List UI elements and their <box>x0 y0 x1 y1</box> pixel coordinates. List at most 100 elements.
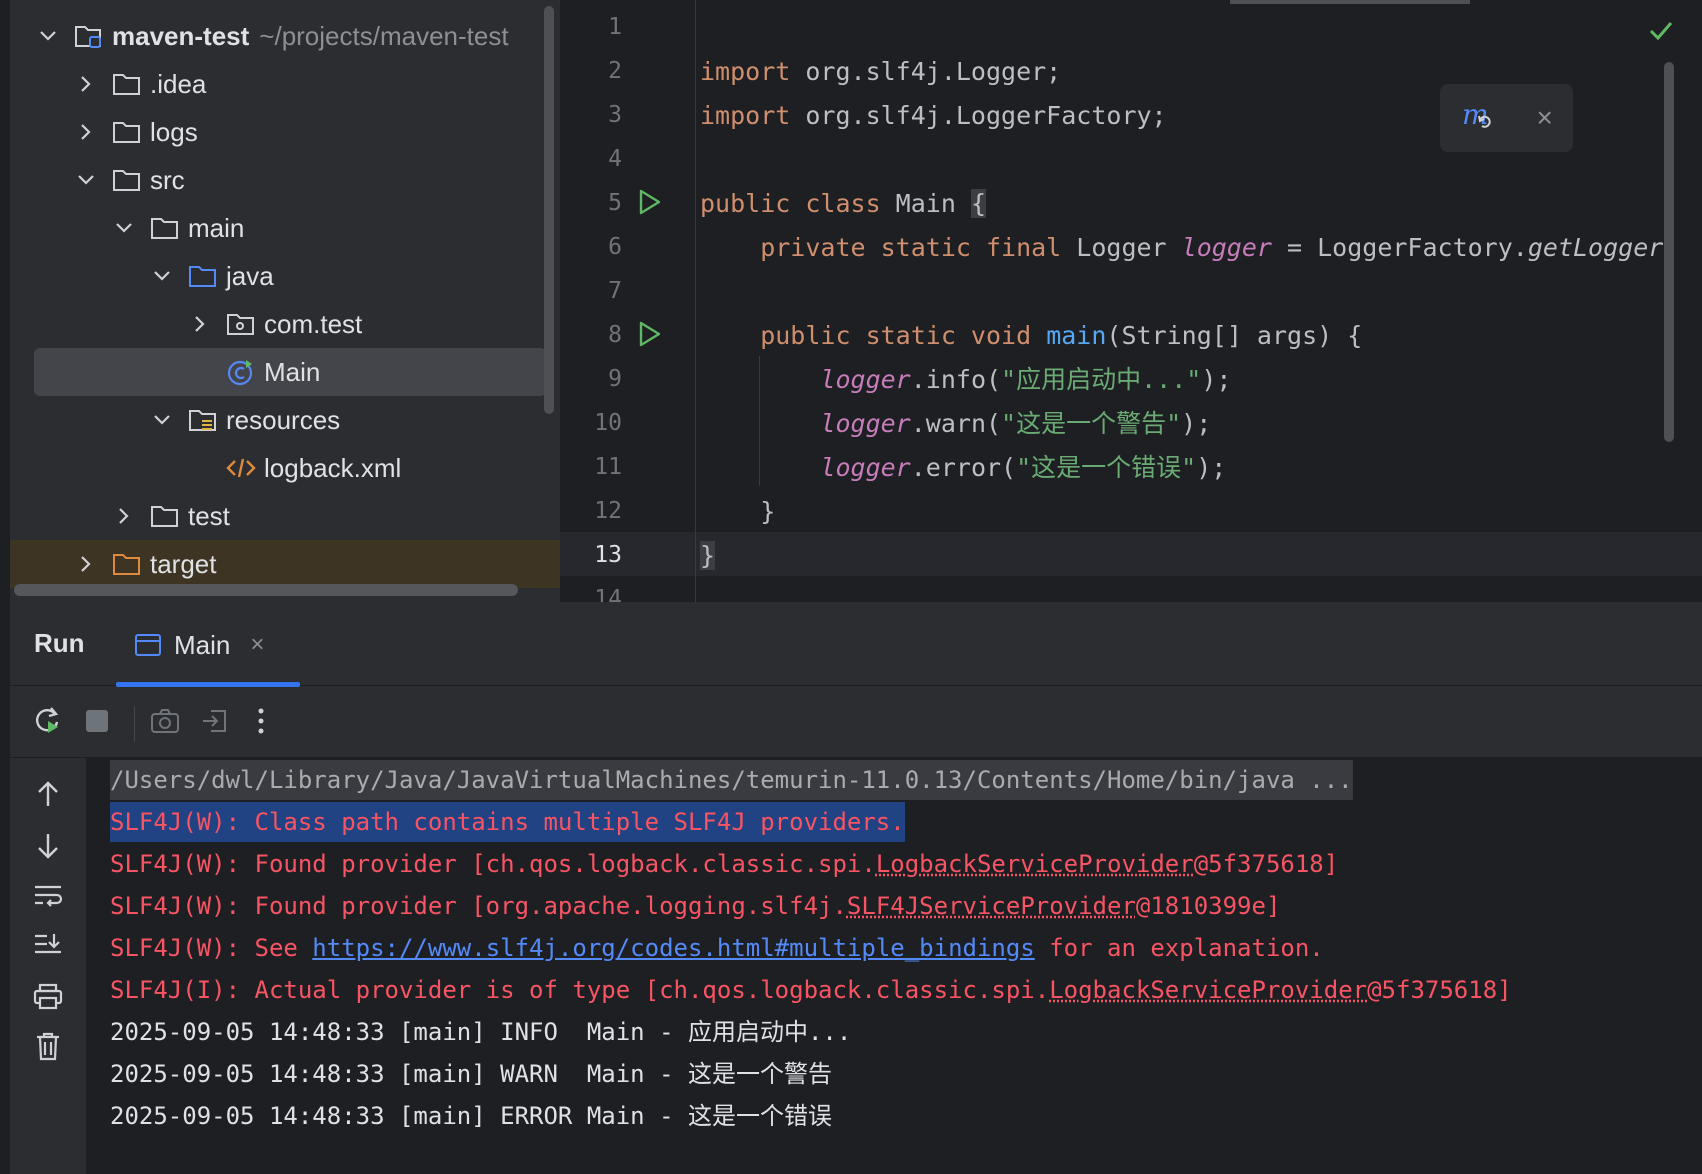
code-text: .warn( <box>910 409 1002 438</box>
chevron-right-icon[interactable] <box>74 552 98 576</box>
folder-icon <box>150 503 180 529</box>
tree-row-com-test[interactable]: com.test <box>10 300 560 348</box>
line-number: 12 <box>594 498 622 524</box>
arrow-down-icon[interactable] <box>30 828 66 864</box>
console-text: @5f375618] <box>1193 850 1339 878</box>
code-text: .info( <box>910 365 1002 394</box>
maven-reload-icon[interactable]: m <box>1460 98 1496 137</box>
tree-row-idea[interactable]: .idea <box>10 60 560 108</box>
code-text: ); <box>1196 453 1227 482</box>
tree-item-label: .idea <box>150 68 207 99</box>
tree-item-label: logback.xml <box>264 452 402 483</box>
code-text: org.slf4j.LoggerFactory; <box>790 101 1167 130</box>
trash-icon[interactable] <box>30 1028 66 1064</box>
resources-folder-icon <box>188 407 218 433</box>
line-number: 11 <box>594 454 622 480</box>
tree-row-test[interactable]: test <box>10 492 560 540</box>
no-problems-check-icon[interactable] <box>1646 16 1676 46</box>
tree-row-src[interactable]: src <box>10 156 560 204</box>
code-text: ); <box>1181 409 1212 438</box>
line-number: 14 <box>594 586 622 602</box>
class-reference[interactable]: SLF4JServiceProvider <box>847 892 1136 920</box>
run-tool-window: Run Main × /Users/dwl/Library/Java/JavaV… <box>10 602 1702 1174</box>
editor-vertical-scrollbar[interactable] <box>1664 62 1674 442</box>
toolbar-separator <box>134 706 135 742</box>
line-number: 4 <box>608 146 622 172</box>
code-line-8: public static void main(String[] args) { <box>700 314 1362 358</box>
console-log-line: 2025-09-05 14:48:33 [main] WARN Main - 这… <box>110 1060 832 1088</box>
line-number: 1 <box>608 14 622 40</box>
close-tab-icon[interactable]: × <box>250 631 264 659</box>
console-icon <box>134 633 162 657</box>
keyword: public class <box>700 189 881 218</box>
chevron-down-icon[interactable] <box>150 264 174 288</box>
tree-item-label: main <box>188 212 245 243</box>
tree-row-resources[interactable]: resources <box>10 396 560 444</box>
tree-row-root[interactable]: maven-test ~/projects/maven-test <box>10 12 560 60</box>
print-icon[interactable] <box>30 978 66 1014</box>
console-info-line: SLF4J(I): Actual provider is of type [ch… <box>110 970 1512 1010</box>
code-text: = LoggerFactory. <box>1271 233 1528 262</box>
chevron-right-icon[interactable] <box>188 312 212 336</box>
console-log-line: 2025-09-05 14:48:33 [main] ERROR Main - … <box>110 1102 832 1130</box>
maven-reload-popup: m × <box>1440 84 1573 152</box>
editor-top-scrollbar[interactable] <box>1230 0 1470 4</box>
chevron-right-icon[interactable] <box>74 72 98 96</box>
camera-icon[interactable] <box>148 704 182 738</box>
console-text: @5f375618] <box>1367 976 1512 1004</box>
chevron-down-icon[interactable] <box>112 216 136 240</box>
scroll-to-end-icon[interactable] <box>30 928 66 964</box>
code-line-13: } <box>700 534 716 578</box>
tab-main[interactable]: Main × <box>116 620 264 670</box>
tree-item-label: logs <box>150 116 198 147</box>
chevron-down-icon[interactable] <box>36 24 60 48</box>
field-name: logger <box>1181 233 1272 262</box>
code-text: (String[] args) { <box>1106 321 1363 350</box>
tree-row-main-class[interactable]: Main <box>10 348 560 396</box>
code-line-10: logger.warn("这是一个警告"); <box>700 402 1211 446</box>
source-folder-icon <box>188 263 218 289</box>
tree-row-java[interactable]: java <box>10 252 560 300</box>
arrow-up-icon[interactable] <box>30 776 66 812</box>
keyword: public static void <box>700 321 1032 350</box>
folder-icon <box>112 71 142 97</box>
line-number: 10 <box>594 410 622 436</box>
folder-icon <box>112 119 142 145</box>
class-name: Main <box>880 189 971 218</box>
xml-file-icon <box>226 455 256 481</box>
code-editor[interactable]: 1 2 3 4 5 6 7 8 9 10 11 12 13 14 import … <box>560 0 1702 602</box>
code-line-11: logger.error("这是一个错误"); <box>700 446 1226 490</box>
rerun-icon[interactable] <box>30 704 64 738</box>
tree-item-label: com.test <box>264 308 363 339</box>
class-reference[interactable]: LogbackServiceProvider <box>876 850 1194 878</box>
console-output[interactable]: /Users/dwl/Library/Java/JavaVirtualMachi… <box>86 758 1702 1174</box>
code-text: org.slf4j.Logger; <box>790 57 1062 86</box>
console-link[interactable]: https://www.slf4j.org/codes.html#multipl… <box>312 934 1034 962</box>
exit-icon[interactable] <box>198 704 232 738</box>
tree-row-logback-xml[interactable]: logback.xml <box>10 444 560 492</box>
tree-row-main-folder[interactable]: main <box>10 204 560 252</box>
run-main-icon[interactable] <box>636 320 664 348</box>
soft-wrap-icon[interactable] <box>30 878 66 914</box>
run-class-icon[interactable] <box>636 188 664 216</box>
console-text: SLF4J(W): See <box>110 934 313 962</box>
stop-icon[interactable] <box>80 704 114 738</box>
chevron-down-icon[interactable] <box>74 168 98 192</box>
project-tool-window: maven-test ~/projects/maven-test .idea l… <box>10 0 560 602</box>
tree-row-logs[interactable]: logs <box>10 108 560 156</box>
tree-item-label: Main <box>264 356 321 387</box>
code-text: .error( <box>910 453 1017 482</box>
chevron-down-icon[interactable] <box>150 408 174 432</box>
tree-horizontal-scrollbar[interactable] <box>14 584 518 596</box>
code-line-6: private static final Logger logger = Log… <box>700 226 1663 270</box>
more-options-icon[interactable] <box>244 704 278 738</box>
tree-row-target[interactable]: target <box>10 540 560 588</box>
tree-vertical-scrollbar[interactable] <box>544 6 554 414</box>
chevron-right-icon[interactable] <box>112 504 136 528</box>
chevron-right-icon[interactable] <box>74 120 98 144</box>
string-literal: "这是一个警告" <box>1001 409 1182 438</box>
close-icon[interactable]: × <box>1536 102 1552 134</box>
console-command-line: /Users/dwl/Library/Java/JavaVirtualMachi… <box>110 760 1353 800</box>
package-icon <box>226 311 256 337</box>
class-reference[interactable]: LogbackServiceProvider <box>1049 976 1367 1004</box>
